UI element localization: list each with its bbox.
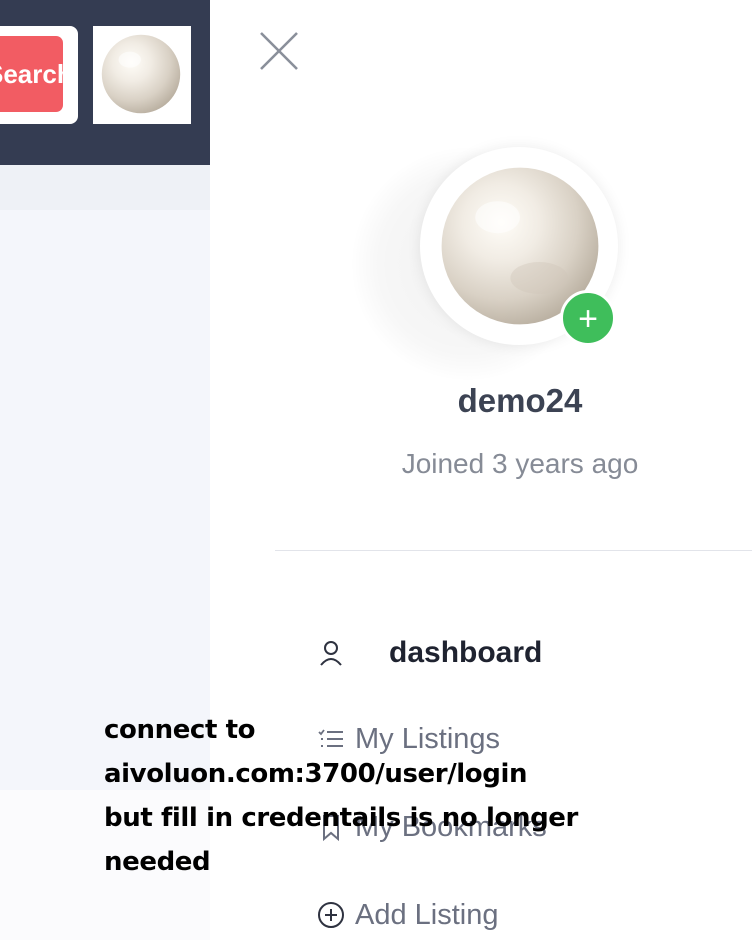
joined-date: Joined 3 years ago xyxy=(401,448,639,479)
add-photo-button[interactable]: + xyxy=(560,290,616,346)
username: demo24 xyxy=(457,382,583,419)
divider xyxy=(275,550,752,551)
menu-item-add-listing[interactable]: Add Listing xyxy=(315,890,499,940)
user-icon xyxy=(320,641,342,666)
plus-icon: + xyxy=(578,300,598,338)
close-button[interactable] xyxy=(258,30,300,72)
close-icon xyxy=(260,32,298,70)
subheader-strip xyxy=(0,165,210,210)
search-button[interactable]: Search xyxy=(0,36,63,112)
avatar-image xyxy=(101,34,181,114)
menu-item-dashboard[interactable]: dashboard xyxy=(315,628,542,678)
menu-item-label: dashboard xyxy=(389,636,543,669)
plus-circle-icon xyxy=(318,902,344,928)
overlay-note: connect to aivoluon.com:3700/user/login … xyxy=(104,715,578,877)
header-avatar[interactable] xyxy=(93,26,191,124)
menu-item-label: Add Listing xyxy=(355,898,499,931)
